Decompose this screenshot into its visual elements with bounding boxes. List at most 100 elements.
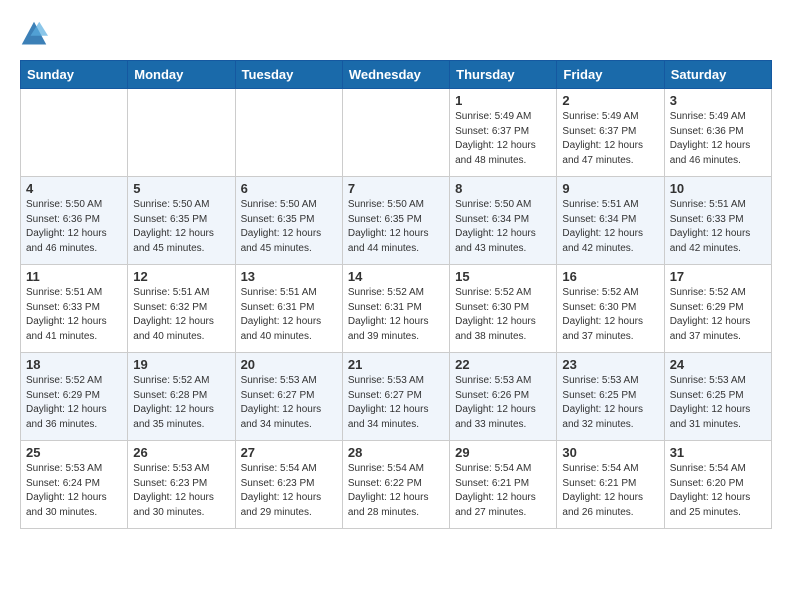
day-number: 25 xyxy=(26,445,122,460)
calendar-cell: 28 Sunrise: 5:54 AM Sunset: 6:22 PM Dayli… xyxy=(342,441,449,529)
calendar-cell: 23 Sunrise: 5:53 AM Sunset: 6:25 PM Dayli… xyxy=(557,353,664,441)
calendar-cell: 19 Sunrise: 5:52 AM Sunset: 6:28 PM Dayli… xyxy=(128,353,235,441)
day-info: Sunrise: 5:53 AM Sunset: 6:27 PM Dayligh… xyxy=(348,374,444,432)
day-info: Sunrise: 5:49 AM Sunset: 6:37 PM Dayligh… xyxy=(562,110,658,168)
calendar-header-monday: Monday xyxy=(128,61,235,89)
day-number: 7 xyxy=(348,181,444,196)
day-number: 5 xyxy=(133,181,229,196)
calendar-cell: 16 Sunrise: 5:52 AM Sunset: 6:30 PM Dayli… xyxy=(557,265,664,353)
calendar-cell: 12Sunrise: 5:51 AM Sunset: 6:32 PM Dayli… xyxy=(128,265,235,353)
day-info: Sunrise: 5:52 AM Sunset: 6:31 PM Dayligh… xyxy=(348,286,444,344)
calendar-cell: 5Sunrise: 5:50 AM Sunset: 6:35 PM Daylig… xyxy=(128,177,235,265)
day-number: 23 xyxy=(562,357,658,372)
day-number: 17 xyxy=(670,269,766,284)
calendar-cell xyxy=(235,89,342,177)
day-info: Sunrise: 5:52 AM Sunset: 6:30 PM Dayligh… xyxy=(562,286,658,344)
day-number: 27 xyxy=(241,445,337,460)
day-number: 29 xyxy=(455,445,551,460)
day-info: Sunrise: 5:54 AM Sunset: 6:21 PM Dayligh… xyxy=(455,462,551,520)
day-info: Sunrise: 5:52 AM Sunset: 6:29 PM Dayligh… xyxy=(26,374,122,432)
calendar-cell: 7 Sunrise: 5:50 AM Sunset: 6:35 PM Daylig… xyxy=(342,177,449,265)
day-info: Sunrise: 5:54 AM Sunset: 6:22 PM Dayligh… xyxy=(348,462,444,520)
calendar-cell: 4 Sunrise: 5:50 AM Sunset: 6:36 PM Daylig… xyxy=(21,177,128,265)
day-info: Sunrise: 5:51 AM Sunset: 6:33 PM Dayligh… xyxy=(26,286,122,344)
calendar-cell: 21Sunrise: 5:53 AM Sunset: 6:27 PM Dayli… xyxy=(342,353,449,441)
calendar-header-sunday: Sunday xyxy=(21,61,128,89)
calendar-cell: 17 Sunrise: 5:52 AM Sunset: 6:29 PM Dayli… xyxy=(664,265,771,353)
day-number: 20 xyxy=(241,357,337,372)
calendar-cell: 20 Sunrise: 5:53 AM Sunset: 6:27 PM Dayli… xyxy=(235,353,342,441)
day-info: Sunrise: 5:54 AM Sunset: 6:23 PM Dayligh… xyxy=(241,462,337,520)
logo-icon xyxy=(20,20,48,48)
day-info: Sunrise: 5:52 AM Sunset: 6:30 PM Dayligh… xyxy=(455,286,551,344)
calendar-header-friday: Friday xyxy=(557,61,664,89)
calendar-cell: 10 Sunrise: 5:51 AM Sunset: 6:33 PM Dayli… xyxy=(664,177,771,265)
day-info: Sunrise: 5:51 AM Sunset: 6:33 PM Dayligh… xyxy=(670,198,766,256)
day-info: Sunrise: 5:53 AM Sunset: 6:25 PM Dayligh… xyxy=(562,374,658,432)
day-info: Sunrise: 5:53 AM Sunset: 6:23 PM Dayligh… xyxy=(133,462,229,520)
calendar-header-saturday: Saturday xyxy=(664,61,771,89)
day-number: 4 xyxy=(26,181,122,196)
day-number: 9 xyxy=(562,181,658,196)
calendar-header-wednesday: Wednesday xyxy=(342,61,449,89)
day-number: 8 xyxy=(455,181,551,196)
day-info: Sunrise: 5:50 AM Sunset: 6:35 PM Dayligh… xyxy=(348,198,444,256)
header xyxy=(20,20,772,48)
day-info: Sunrise: 5:53 AM Sunset: 6:24 PM Dayligh… xyxy=(26,462,122,520)
day-info: Sunrise: 5:50 AM Sunset: 6:36 PM Dayligh… xyxy=(26,198,122,256)
day-info: Sunrise: 5:49 AM Sunset: 6:36 PM Dayligh… xyxy=(670,110,766,168)
day-number: 11 xyxy=(26,269,122,284)
day-number: 2 xyxy=(562,93,658,108)
calendar-cell: 25 Sunrise: 5:53 AM Sunset: 6:24 PM Dayli… xyxy=(21,441,128,529)
calendar-cell: 14Sunrise: 5:52 AM Sunset: 6:31 PM Dayli… xyxy=(342,265,449,353)
calendar-week-4: 18 Sunrise: 5:52 AM Sunset: 6:29 PM Dayli… xyxy=(21,353,772,441)
calendar-cell: 11 Sunrise: 5:51 AM Sunset: 6:33 PM Dayli… xyxy=(21,265,128,353)
day-info: Sunrise: 5:53 AM Sunset: 6:25 PM Dayligh… xyxy=(670,374,766,432)
day-number: 31 xyxy=(670,445,766,460)
calendar-cell xyxy=(128,89,235,177)
calendar-cell: 3Sunrise: 5:49 AM Sunset: 6:36 PM Daylig… xyxy=(664,89,771,177)
calendar-cell: 27 Sunrise: 5:54 AM Sunset: 6:23 PM Dayli… xyxy=(235,441,342,529)
calendar-cell: 9 Sunrise: 5:51 AM Sunset: 6:34 PM Daylig… xyxy=(557,177,664,265)
calendar-cell: 22Sunrise: 5:53 AM Sunset: 6:26 PM Dayli… xyxy=(450,353,557,441)
calendar-week-5: 25 Sunrise: 5:53 AM Sunset: 6:24 PM Dayli… xyxy=(21,441,772,529)
calendar-cell: 6 Sunrise: 5:50 AM Sunset: 6:35 PM Daylig… xyxy=(235,177,342,265)
calendar-header-thursday: Thursday xyxy=(450,61,557,89)
day-number: 28 xyxy=(348,445,444,460)
day-info: Sunrise: 5:51 AM Sunset: 6:34 PM Dayligh… xyxy=(562,198,658,256)
day-number: 30 xyxy=(562,445,658,460)
calendar-cell: 8Sunrise: 5:50 AM Sunset: 6:34 PM Daylig… xyxy=(450,177,557,265)
day-number: 1 xyxy=(455,93,551,108)
calendar-cell: 18 Sunrise: 5:52 AM Sunset: 6:29 PM Dayli… xyxy=(21,353,128,441)
day-number: 13 xyxy=(241,269,337,284)
day-info: Sunrise: 5:51 AM Sunset: 6:31 PM Dayligh… xyxy=(241,286,337,344)
day-number: 10 xyxy=(670,181,766,196)
day-number: 12 xyxy=(133,269,229,284)
calendar-week-1: 1 Sunrise: 5:49 AM Sunset: 6:37 PM Daylig… xyxy=(21,89,772,177)
calendar-cell: 1 Sunrise: 5:49 AM Sunset: 6:37 PM Daylig… xyxy=(450,89,557,177)
day-info: Sunrise: 5:49 AM Sunset: 6:37 PM Dayligh… xyxy=(455,110,551,168)
calendar-cell: 29 Sunrise: 5:54 AM Sunset: 6:21 PM Dayli… xyxy=(450,441,557,529)
calendar-cell: 24 Sunrise: 5:53 AM Sunset: 6:25 PM Dayli… xyxy=(664,353,771,441)
calendar-cell xyxy=(342,89,449,177)
day-number: 16 xyxy=(562,269,658,284)
calendar-cell: 26 Sunrise: 5:53 AM Sunset: 6:23 PM Dayli… xyxy=(128,441,235,529)
calendar-cell: 15 Sunrise: 5:52 AM Sunset: 6:30 PM Dayli… xyxy=(450,265,557,353)
day-number: 26 xyxy=(133,445,229,460)
calendar-cell: 13 Sunrise: 5:51 AM Sunset: 6:31 PM Dayli… xyxy=(235,265,342,353)
day-number: 19 xyxy=(133,357,229,372)
day-info: Sunrise: 5:52 AM Sunset: 6:28 PM Dayligh… xyxy=(133,374,229,432)
day-number: 6 xyxy=(241,181,337,196)
day-number: 18 xyxy=(26,357,122,372)
day-number: 24 xyxy=(670,357,766,372)
day-info: Sunrise: 5:53 AM Sunset: 6:26 PM Dayligh… xyxy=(455,374,551,432)
day-number: 15 xyxy=(455,269,551,284)
calendar-header-row: SundayMondayTuesdayWednesdayThursdayFrid… xyxy=(21,61,772,89)
day-info: Sunrise: 5:52 AM Sunset: 6:29 PM Dayligh… xyxy=(670,286,766,344)
page: SundayMondayTuesdayWednesdayThursdayFrid… xyxy=(0,0,792,539)
calendar-cell: 2 Sunrise: 5:49 AM Sunset: 6:37 PM Daylig… xyxy=(557,89,664,177)
day-info: Sunrise: 5:50 AM Sunset: 6:35 PM Dayligh… xyxy=(241,198,337,256)
calendar-cell xyxy=(21,89,128,177)
calendar-week-2: 4 Sunrise: 5:50 AM Sunset: 6:36 PM Daylig… xyxy=(21,177,772,265)
day-info: Sunrise: 5:53 AM Sunset: 6:27 PM Dayligh… xyxy=(241,374,337,432)
